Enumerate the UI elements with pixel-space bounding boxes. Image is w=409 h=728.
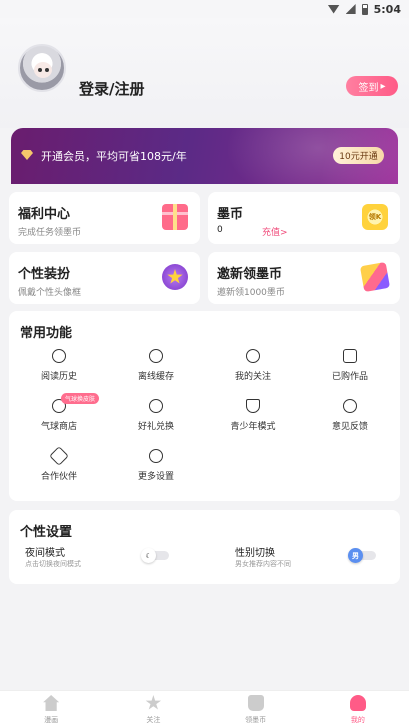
tab-comics[interactable]: 漫画 — [0, 691, 102, 728]
card-personal-dressup[interactable]: 个性装扮 佩戴个性头像框 — [9, 252, 200, 304]
exchange-icon — [149, 399, 163, 413]
func-balloon-shop[interactable]: 气球商店 气球换皮肤 — [19, 393, 100, 439]
tab-label: 关注 — [146, 716, 161, 724]
status-bar: 5:04 — [0, 0, 409, 18]
func-label: 更多设置 — [137, 472, 174, 482]
star-icon — [145, 695, 162, 710]
card-subtitle: 佩戴个性头像框 — [18, 288, 82, 298]
night-mode-subtitle: 点击切换夜间模式 — [25, 560, 81, 568]
vip-banner-text: 开通会员，平均可省108元/年 — [41, 150, 187, 163]
balloon-badge: 气球换皮肤 — [61, 393, 100, 404]
avatar-eye-left — [38, 68, 42, 72]
bag-icon — [359, 261, 391, 293]
night-mode-toggle[interactable]: ☾ — [141, 548, 169, 563]
func-feedback[interactable]: 意见反馈 — [310, 399, 390, 439]
tab-label: 我的 — [350, 716, 365, 724]
gender-toggle[interactable]: 男 — [348, 548, 376, 563]
func-label: 意见反馈 — [331, 422, 368, 432]
func-label: 我的关注 — [234, 372, 271, 382]
bag-icon — [247, 695, 264, 711]
signal-icon — [345, 4, 356, 14]
gender-switch-label: 性别切换 — [235, 548, 275, 559]
gender-switch-subtitle: 男女推荐内容不同 — [235, 560, 291, 568]
card-welfare-center[interactable]: 福利中心 完成任务领墨币 — [9, 192, 200, 244]
card-title: 邀新领墨币 — [217, 267, 283, 282]
func-label: 气球商店 — [40, 422, 77, 432]
coin-balance: 0 — [217, 225, 223, 235]
func-purchased[interactable]: 已购作品 — [310, 349, 390, 389]
night-mode-label: 夜间模式 — [25, 548, 65, 559]
card-title: 墨币 — [217, 207, 244, 222]
vip-banner[interactable]: 开通会员，平均可省108元/年 10元开通 — [11, 128, 398, 184]
home-icon — [43, 695, 60, 711]
func-label: 离线缓存 — [137, 372, 174, 382]
tab-follow[interactable]: 关注 — [102, 691, 204, 728]
moon-icon: ☾ — [141, 548, 156, 563]
download-icon — [149, 349, 163, 363]
card-title: 个性装扮 — [18, 267, 71, 282]
signin-button[interactable]: 签到 ▸ — [346, 76, 398, 96]
feedback-icon — [343, 399, 357, 413]
history-icon — [52, 349, 66, 363]
avatar-eye-right — [45, 68, 49, 72]
func-partners[interactable]: 合作伙伴 — [19, 446, 99, 489]
signin-button-label: 签到 — [358, 82, 379, 94]
personal-settings-section: 个性设置 夜间模式 点击切换夜间模式 ☾ 性别切换 男女推荐内容不同 男 — [9, 510, 400, 584]
avatar[interactable] — [18, 44, 66, 92]
purchased-icon — [343, 349, 357, 363]
card-subtitle: 完成任务领墨币 — [18, 228, 82, 238]
gift-icon — [162, 204, 188, 230]
tab-mine[interactable]: 我的 — [307, 691, 409, 728]
card-invite[interactable]: 邀新领墨币 邀新领1000墨币 — [208, 252, 400, 304]
recharge-link[interactable]: 充值> — [262, 225, 288, 238]
shield-icon — [246, 399, 260, 413]
coin-icon: 领K — [362, 204, 388, 230]
settings-icon — [149, 449, 163, 463]
gender-knob: 男 — [348, 548, 363, 563]
card-coins[interactable]: 墨币 0 充值> 领K — [208, 192, 400, 244]
func-more-settings[interactable]: 更多设置 — [116, 449, 196, 489]
func-gift-exchange[interactable]: 好礼兑换 — [116, 399, 196, 439]
wifi-icon — [327, 4, 340, 14]
section-title: 常用功能 — [20, 326, 73, 341]
card-subtitle: 邀新领1000墨币 — [217, 288, 285, 298]
vip-open-button[interactable]: 10元开通 — [333, 147, 384, 164]
battery-icon — [361, 3, 368, 15]
tab-get-coins[interactable]: 领墨币 — [205, 691, 307, 728]
func-label: 合作伙伴 — [40, 472, 77, 482]
login-register-link[interactable]: 登录/注册 — [79, 78, 144, 99]
section-title: 个性设置 — [20, 525, 73, 540]
profile-icon — [349, 695, 366, 711]
status-time: 5:04 — [373, 2, 401, 16]
func-offline-cache[interactable]: 离线缓存 — [116, 349, 196, 389]
handshake-icon — [49, 446, 69, 466]
avatar-face — [34, 62, 52, 78]
tab-label: 领墨币 — [245, 716, 267, 724]
diamond-icon — [21, 150, 33, 160]
chevron-right-icon: ▸ — [380, 80, 386, 92]
heart-icon — [246, 349, 260, 363]
coin-icon-text: 领K — [368, 213, 382, 221]
func-label: 好礼兑换 — [137, 422, 174, 432]
card-title: 福利中心 — [18, 207, 71, 222]
tab-label: 漫画 — [44, 716, 59, 724]
func-label: 青少年模式 — [230, 422, 276, 432]
func-teen-mode[interactable]: 青少年模式 — [213, 399, 293, 439]
star-icon — [162, 264, 188, 290]
bottom-tab-bar: 漫画 关注 领墨币 我的 — [0, 690, 409, 728]
func-label: 已购作品 — [331, 372, 368, 382]
func-my-follows[interactable]: 我的关注 — [213, 349, 293, 389]
common-functions-section: 常用功能 阅读历史 离线缓存 我的关注 已购作品 气球商店 气球换皮肤 好礼兑换… — [9, 311, 400, 501]
func-label: 阅读历史 — [40, 372, 77, 382]
func-reading-history[interactable]: 阅读历史 — [19, 349, 99, 389]
